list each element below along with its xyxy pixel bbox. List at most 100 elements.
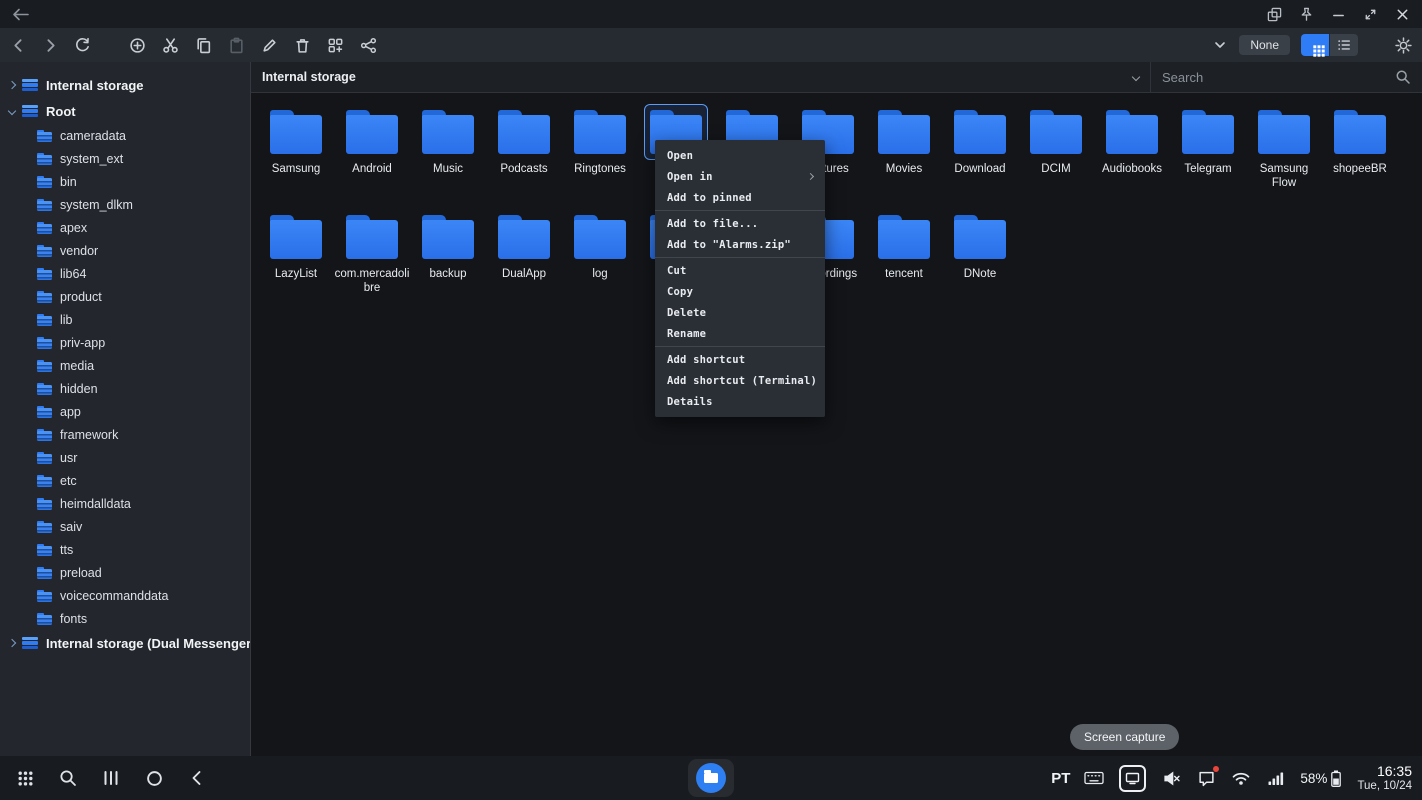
sidebar-item-root[interactable]: Root	[0, 98, 250, 124]
nav-forward-button[interactable]	[42, 37, 59, 54]
sidebar-item-framework[interactable]: framework	[0, 423, 250, 446]
folder-item-audiobooks[interactable]: Audiobooks	[1094, 104, 1170, 209]
folder-item-lazylist[interactable]: LazyList	[258, 209, 334, 314]
folder-item-dualapp[interactable]: DualApp	[486, 209, 562, 314]
menu-item-add-shortcut-terminal[interactable]: Add shortcut (Terminal)	[655, 370, 825, 391]
file-manager-taskbar-app[interactable]	[688, 759, 734, 797]
menu-item-add-to-pinned[interactable]: Add to pinned	[655, 187, 825, 208]
folder-item-samsung[interactable]: Samsung	[258, 104, 334, 209]
copy-button[interactable]	[195, 37, 212, 54]
sidebar-item-priv-app[interactable]: priv-app	[0, 331, 250, 354]
folder-item-samsung-flow[interactable]: Samsung Flow	[1246, 104, 1322, 209]
filter-none-button[interactable]: None	[1239, 35, 1290, 55]
sidebar-item-lib[interactable]: lib	[0, 308, 250, 331]
menu-item-delete[interactable]: Delete	[655, 302, 825, 323]
sidebar-item-app[interactable]: app	[0, 400, 250, 423]
recent-apps-icon[interactable]	[100, 766, 122, 790]
refresh-button[interactable]	[74, 37, 91, 54]
chevron-right-icon[interactable]	[8, 81, 16, 89]
paste-button[interactable]	[228, 37, 245, 54]
folder-item-ringtones[interactable]: Ringtones	[562, 104, 638, 209]
folder-item-dcim[interactable]: DCIM	[1018, 104, 1094, 209]
cellular-signal-icon[interactable]	[1265, 766, 1287, 790]
folder-item-telegram[interactable]: Telegram	[1170, 104, 1246, 209]
menu-item-add-to-alarms-zip[interactable]: Add to "Alarms.zip"	[655, 234, 825, 255]
folder-item-podcasts[interactable]: Podcasts	[486, 104, 562, 209]
breadcrumb[interactable]: Internal storage	[251, 62, 1151, 92]
sidebar-item-bin[interactable]: bin	[0, 170, 250, 193]
folder-item-download[interactable]: Download	[942, 104, 1018, 209]
pin-window-icon[interactable]	[1299, 7, 1314, 22]
sort-dropdown-button[interactable]	[1212, 37, 1228, 53]
menu-item-open[interactable]: Open	[655, 145, 825, 166]
grid-view-button[interactable]	[1301, 34, 1329, 56]
messages-icon[interactable]	[1195, 766, 1217, 790]
sidebar-item-preload[interactable]: preload	[0, 561, 250, 584]
sidebar-item-cameradata[interactable]: cameradata	[0, 124, 250, 147]
sidebar-item-system-dlkm[interactable]: system_dlkm	[0, 193, 250, 216]
settings-icon[interactable]	[1395, 37, 1412, 54]
screen-capture-icon[interactable]	[1118, 766, 1147, 790]
menu-item-add-to-file[interactable]: Add to file...	[655, 213, 825, 234]
sidebar-item-voicecommanddata[interactable]: voicecommanddata	[0, 584, 250, 607]
folder-item-music[interactable]: Music	[410, 104, 486, 209]
popup-view-icon[interactable]	[1267, 7, 1282, 22]
folder-item-android[interactable]: Android	[334, 104, 410, 209]
chevron-down-icon[interactable]	[8, 107, 16, 115]
sidebar-item-system-ext[interactable]: system_ext	[0, 147, 250, 170]
menu-item-open-in[interactable]: Open in	[655, 166, 825, 187]
folder-item-tencent[interactable]: tencent	[866, 209, 942, 314]
folder-item-log[interactable]: log	[562, 209, 638, 314]
wifi-icon[interactable]	[1230, 766, 1252, 790]
sidebar-item-internal-storage[interactable]: Internal storage	[0, 72, 250, 98]
sidebar-item-hidden[interactable]: hidden	[0, 377, 250, 400]
window-back-icon[interactable]	[12, 8, 29, 21]
sidebar-item-media[interactable]: media	[0, 354, 250, 377]
folder-item-movies[interactable]: Movies	[866, 104, 942, 209]
search-icon[interactable]	[1395, 69, 1411, 85]
back-icon[interactable]	[186, 766, 208, 790]
edit-apps-button[interactable]	[327, 37, 344, 54]
sidebar-item-usr[interactable]: usr	[0, 446, 250, 469]
menu-item-rename[interactable]: Rename	[655, 323, 825, 344]
apps-grid-icon[interactable]	[14, 766, 36, 790]
folder-item-com-mercadolibre[interactable]: com.mercadolibre	[334, 209, 410, 314]
menu-item-cut[interactable]: Cut	[655, 260, 825, 281]
sidebar-item-lib64[interactable]: lib64	[0, 262, 250, 285]
sidebar-item-fonts[interactable]: fonts	[0, 607, 250, 630]
minimize-icon[interactable]	[1331, 7, 1346, 22]
cut-button[interactable]	[162, 37, 179, 54]
restore-icon[interactable]	[1363, 7, 1378, 22]
share-button[interactable]	[360, 37, 377, 54]
folder-item-backup[interactable]: backup	[410, 209, 486, 314]
rename-button[interactable]	[261, 37, 278, 54]
menu-item-details[interactable]: Details	[655, 391, 825, 412]
menu-item-copy[interactable]: Copy	[655, 281, 825, 302]
chevron-down-icon[interactable]	[1132, 73, 1140, 81]
battery-indicator[interactable]: 58%	[1300, 770, 1341, 787]
sidebar-item-vendor[interactable]: vendor	[0, 239, 250, 262]
sidebar-item-heimdalldata[interactable]: heimdalldata	[0, 492, 250, 515]
delete-button[interactable]	[294, 37, 311, 54]
sidebar-item-product[interactable]: product	[0, 285, 250, 308]
clock[interactable]: 16:35 Tue, 10/24	[1357, 763, 1412, 794]
sidebar-item-etc[interactable]: etc	[0, 469, 250, 492]
sidebar-item-saiv[interactable]: saiv	[0, 515, 250, 538]
taskbar-search-icon[interactable]	[57, 766, 79, 790]
menu-item-add-shortcut[interactable]: Add shortcut	[655, 349, 825, 370]
keyboard-icon[interactable]	[1083, 766, 1105, 790]
nav-back-button[interactable]	[10, 37, 27, 54]
list-view-button[interactable]	[1330, 34, 1358, 56]
folder-item-dnote[interactable]: DNote	[942, 209, 1018, 314]
folder-item-shopeebr[interactable]: shopeeBR	[1322, 104, 1398, 209]
sidebar-item-tts[interactable]: tts	[0, 538, 250, 561]
create-new-button[interactable]	[129, 37, 146, 54]
chevron-right-icon[interactable]	[8, 639, 16, 647]
close-icon[interactable]	[1395, 7, 1410, 22]
sidebar-item-apex[interactable]: apex	[0, 216, 250, 239]
sidebar-item-internal-storage-dual-messenger[interactable]: Internal storage (Dual Messenger)	[0, 630, 250, 656]
mute-icon[interactable]	[1160, 766, 1182, 790]
language-indicator[interactable]: PT	[1051, 770, 1070, 787]
search-input[interactable]: Search	[1151, 62, 1422, 92]
home-icon[interactable]	[143, 766, 165, 790]
